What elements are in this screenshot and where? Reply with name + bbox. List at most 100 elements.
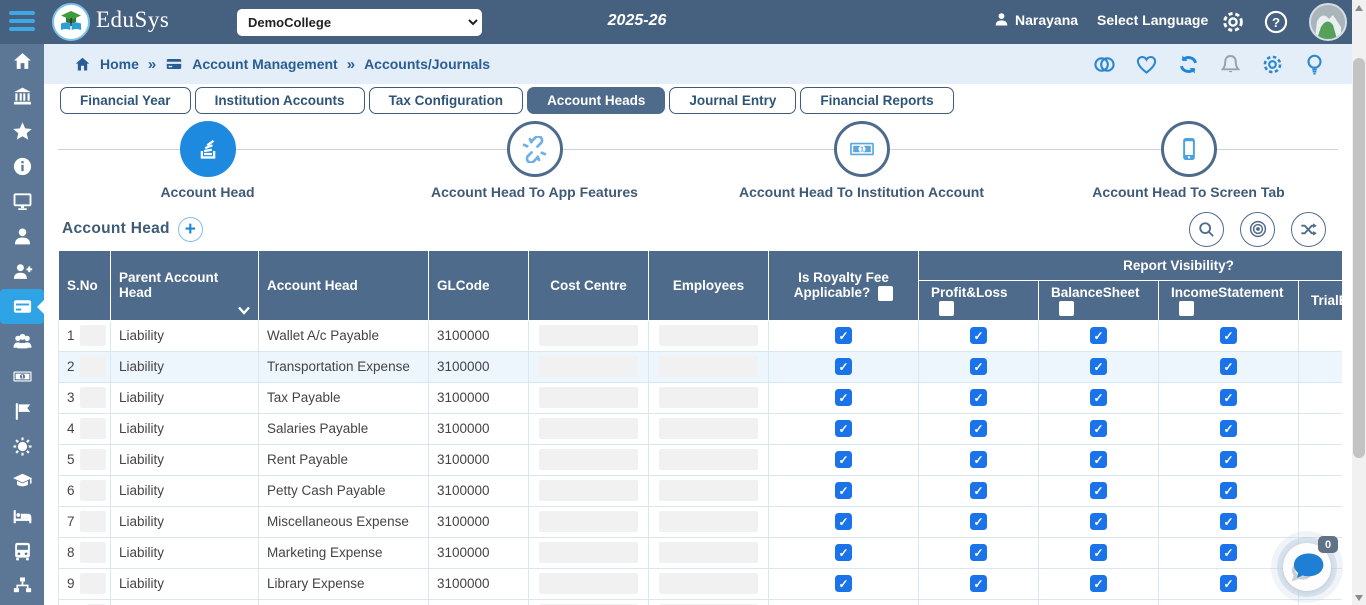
stack-icon[interactable] xyxy=(180,121,236,177)
sidebar-item-sun[interactable] xyxy=(0,429,44,464)
tab-account-heads[interactable]: Account Heads xyxy=(527,87,665,114)
broken-link-icon[interactable] xyxy=(507,121,563,177)
college-select[interactable]: DemoCollege xyxy=(237,9,482,36)
tab-journal-entry[interactable]: Journal Entry xyxy=(669,87,796,114)
royalty-checkbox[interactable]: ✓ xyxy=(835,575,852,592)
incomestatement-checkbox[interactable]: ✓ xyxy=(1220,358,1237,375)
cost-centre-box[interactable] xyxy=(539,573,638,594)
sidebar-item-star[interactable] xyxy=(0,114,44,149)
incomestatement-checkbox[interactable]: ✓ xyxy=(1220,327,1237,344)
incomestatement-checkbox[interactable]: ✓ xyxy=(1220,451,1237,468)
sidebar-item-money[interactable]: 1 xyxy=(0,359,44,394)
profitloss-checkbox[interactable]: ✓ xyxy=(970,420,987,437)
tab-tax-configuration[interactable]: Tax Configuration xyxy=(369,87,524,114)
employees-box[interactable] xyxy=(659,387,758,408)
balancesheet-checkbox[interactable]: ✓ xyxy=(1090,327,1107,344)
cost-centre-box[interactable] xyxy=(539,387,638,408)
settings-gear-icon[interactable] xyxy=(1221,10,1245,34)
sidebar-item-users[interactable] xyxy=(0,324,44,359)
avatar[interactable] xyxy=(1309,3,1347,41)
breadcrumb-home[interactable]: Home xyxy=(100,56,139,72)
cost-centre-box[interactable] xyxy=(539,449,638,470)
incomestatement-checkbox[interactable]: ✓ xyxy=(1220,482,1237,499)
cost-centre-box[interactable] xyxy=(539,480,638,501)
employees-box[interactable] xyxy=(659,418,758,439)
profitloss-checkbox[interactable]: ✓ xyxy=(970,358,987,375)
scroll-down-arrow-icon[interactable] xyxy=(1352,590,1366,605)
sidebar-item-bus[interactable] xyxy=(0,534,44,569)
employees-box[interactable] xyxy=(659,480,758,501)
sidebar-item-monitor[interactable] xyxy=(0,184,44,219)
employees-box[interactable] xyxy=(659,325,758,346)
bell-icon[interactable] xyxy=(1219,53,1242,76)
royalty-checkbox[interactable]: ✓ xyxy=(835,327,852,344)
gear-icon[interactable] xyxy=(1261,53,1284,76)
tab-financial-reports[interactable]: Financial Reports xyxy=(800,87,953,114)
page-scrollbar[interactable] xyxy=(1352,0,1366,605)
incomestatement-checkbox[interactable]: ✓ xyxy=(1220,389,1237,406)
hamburger-menu-icon[interactable] xyxy=(9,11,35,33)
balancesheet-checkbox[interactable]: ✓ xyxy=(1090,389,1107,406)
incomestatement-checkbox[interactable]: ✓ xyxy=(1220,575,1237,592)
royalty-header-checkbox[interactable] xyxy=(878,286,893,301)
incomestatement-checkbox[interactable]: ✓ xyxy=(1220,420,1237,437)
help-icon[interactable]: ? xyxy=(1264,10,1288,34)
employees-box[interactable] xyxy=(659,542,758,563)
balancesheet-header-checkbox[interactable] xyxy=(1059,301,1074,316)
balancesheet-checkbox[interactable]: ✓ xyxy=(1090,420,1107,437)
profitloss-checkbox[interactable]: ✓ xyxy=(970,513,987,530)
tab-institution-accounts[interactable]: Institution Accounts xyxy=(195,87,365,114)
employees-box[interactable] xyxy=(659,573,758,594)
profitloss-header-checkbox[interactable] xyxy=(939,301,954,316)
sidebar-item-info[interactable] xyxy=(0,149,44,184)
lightbulb-icon[interactable] xyxy=(1303,53,1326,76)
sidebar-item-flag[interactable] xyxy=(0,394,44,429)
cost-centre-box[interactable] xyxy=(539,325,638,346)
balancesheet-checkbox[interactable]: ✓ xyxy=(1090,451,1107,468)
col-parent-account-head[interactable]: Parent Account Head xyxy=(111,251,259,321)
profitloss-checkbox[interactable]: ✓ xyxy=(970,544,987,561)
royalty-checkbox[interactable]: ✓ xyxy=(835,420,852,437)
royalty-checkbox[interactable]: ✓ xyxy=(835,544,852,561)
profitloss-checkbox[interactable]: ✓ xyxy=(970,451,987,468)
sidebar-item-bed[interactable] xyxy=(0,499,44,534)
balancesheet-checkbox[interactable]: ✓ xyxy=(1090,575,1107,592)
banknote-icon[interactable]: 1 xyxy=(834,121,890,177)
balancesheet-checkbox[interactable]: ✓ xyxy=(1090,513,1107,530)
target-button[interactable] xyxy=(1240,212,1275,247)
sidebar-item-sitemap[interactable] xyxy=(0,569,44,604)
toggle-icon[interactable] xyxy=(1093,53,1116,76)
refresh-icon[interactable] xyxy=(1177,53,1200,76)
employees-box[interactable] xyxy=(659,511,758,532)
royalty-checkbox[interactable]: ✓ xyxy=(835,389,852,406)
breadcrumb-section[interactable]: Account Management xyxy=(192,56,337,72)
scrollbar-thumb[interactable] xyxy=(1353,58,1365,458)
tab-financial-year[interactable]: Financial Year xyxy=(60,87,191,114)
user-menu[interactable]: Narayana xyxy=(993,11,1078,28)
balancesheet-checkbox[interactable]: ✓ xyxy=(1090,482,1107,499)
royalty-checkbox[interactable]: ✓ xyxy=(835,451,852,468)
search-button[interactable] xyxy=(1189,212,1224,247)
profitloss-checkbox[interactable]: ✓ xyxy=(970,327,987,344)
royalty-checkbox[interactable]: ✓ xyxy=(835,358,852,375)
language-select[interactable]: Select Language xyxy=(1097,12,1208,28)
royalty-checkbox[interactable]: ✓ xyxy=(835,482,852,499)
sidebar-item-user[interactable] xyxy=(0,219,44,254)
profitloss-checkbox[interactable]: ✓ xyxy=(970,389,987,406)
balancesheet-checkbox[interactable]: ✓ xyxy=(1090,544,1107,561)
incomestatement-header-checkbox[interactable] xyxy=(1179,301,1194,316)
profitloss-checkbox[interactable]: ✓ xyxy=(970,575,987,592)
sidebar-item-card[interactable] xyxy=(0,289,44,324)
employees-box[interactable] xyxy=(659,356,758,377)
sidebar-item-graduation-cap[interactable] xyxy=(0,464,44,499)
mobile-icon[interactable] xyxy=(1161,121,1217,177)
cost-centre-box[interactable] xyxy=(539,542,638,563)
sidebar-item-user-plus[interactable] xyxy=(0,254,44,289)
shuffle-button[interactable] xyxy=(1291,212,1326,247)
incomestatement-checkbox[interactable]: ✓ xyxy=(1220,513,1237,530)
sidebar-item-bank[interactable] xyxy=(0,79,44,114)
employees-box[interactable] xyxy=(659,449,758,470)
heart-icon[interactable] xyxy=(1135,53,1158,76)
scroll-up-arrow-icon[interactable] xyxy=(1352,0,1366,15)
balancesheet-checkbox[interactable]: ✓ xyxy=(1090,358,1107,375)
